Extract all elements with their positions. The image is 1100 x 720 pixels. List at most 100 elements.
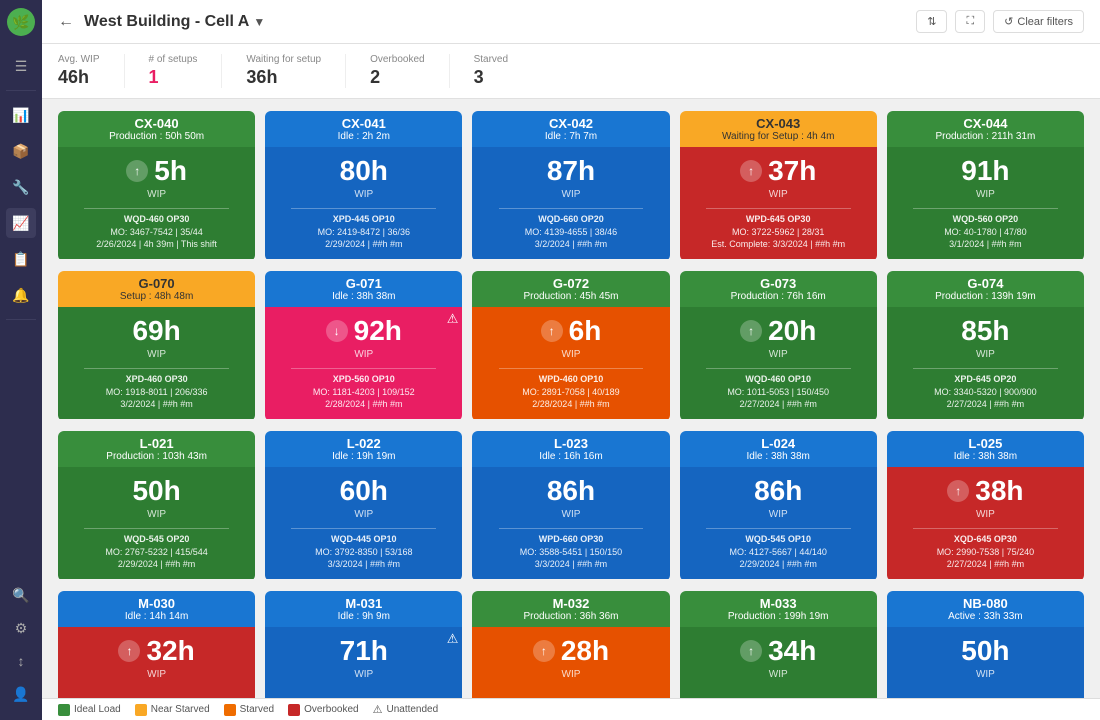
machine-status: Idle : 14h 14m <box>66 611 247 622</box>
wip-label: WIP <box>562 189 581 200</box>
legend-starved: Starved <box>224 704 274 716</box>
machines-scroll-area[interactable]: CX-040 Production : 50h 50m ↑ 5h WIP WQD… <box>42 99 1100 720</box>
machine-card-g074[interactable]: G-074 Production : 139h 19m 85h WIP XPD-… <box>887 271 1084 421</box>
card-header: M-033 Production : 199h 19m <box>680 591 877 627</box>
page-title: West Building - Cell A <box>84 13 249 31</box>
sidebar-icon-list[interactable]: 📋 <box>6 244 36 274</box>
legend-ideal-dot <box>58 704 70 716</box>
app-logo[interactable]: 🌿 <box>7 8 35 36</box>
machine-card-g070[interactable]: G-070 Setup : 48h 48m 69h WIP XPD-460 OP… <box>58 271 255 421</box>
mo-info: WPD-460 OP10 MO: 2891-7058 | 40/189 2/28… <box>522 373 619 411</box>
wip-value: 50h <box>961 635 1009 667</box>
machine-id: L-024 <box>688 436 869 451</box>
back-button[interactable]: ← <box>58 13 74 31</box>
wip-label: WIP <box>147 509 166 520</box>
sidebar-icon-bell[interactable]: 🔔 <box>6 280 36 310</box>
machine-status: Idle : 38h 38m <box>688 451 869 462</box>
machine-status: Idle : 2h 2m <box>273 131 454 142</box>
title-dropdown-icon[interactable]: ▼ <box>253 15 265 29</box>
stat-starved-label: Starved <box>474 54 508 65</box>
stat-avg-wip-value: 46h <box>58 67 100 88</box>
machine-card-cx041[interactable]: CX-041 Idle : 2h 2m 80h WIP XPD-445 OP10… <box>265 111 462 261</box>
header: ← West Building - Cell A ▼ ⇅ ⛶ ↺ Clear f… <box>42 0 1100 44</box>
machine-card-l024[interactable]: L-024 Idle : 38h 38m 86h WIP WQD-545 OP1… <box>680 431 877 581</box>
wip-value: 60h <box>340 475 388 507</box>
machine-card-cx042[interactable]: CX-042 Idle : 7h 7m 87h WIP WQD-660 OP20… <box>472 111 669 261</box>
sort-icon: ⇅ <box>927 15 936 28</box>
wip-label: WIP <box>354 509 373 520</box>
machine-status: Production : 36h 36m <box>480 611 661 622</box>
machine-id: CX-040 <box>66 116 247 131</box>
card-body: ↑ 37h WIP WPD-645 OP30 MO: 3722-5962 | 2… <box>680 147 877 259</box>
wip-row: 60h <box>340 475 388 507</box>
wip-label: WIP <box>976 189 995 200</box>
machine-card-l022[interactable]: L-022 Idle : 19h 19m 60h WIP WQD-445 OP1… <box>265 431 462 581</box>
sidebar-icon-user[interactable]: 👤 <box>6 679 36 709</box>
machine-card-cx043[interactable]: CX-043 Waiting for Setup : 4h 4m ↑ 37h W… <box>680 111 877 261</box>
wip-value: 28h <box>561 635 609 667</box>
card-body: 80h WIP XPD-445 OP10 MO: 2419-8472 | 36/… <box>265 147 462 259</box>
card-header: G-070 Setup : 48h 48m <box>58 271 255 307</box>
card-header: G-073 Production : 76h 16m <box>680 271 877 307</box>
legend-unattended-icon: ⚠ <box>373 703 383 716</box>
clear-filters-button[interactable]: ↺ Clear filters <box>993 10 1084 33</box>
sidebar-icon-settings[interactable]: ⚙ <box>6 613 36 643</box>
unattended-icon: ⚠ <box>447 631 459 647</box>
sidebar-icon-chart[interactable]: 📈 <box>6 208 36 238</box>
card-header: L-025 Idle : 38h 38m <box>887 431 1084 467</box>
sidebar-icon-box[interactable]: 📦 <box>6 136 36 166</box>
card-body: 69h WIP XPD-460 OP30 MO: 1918-8011 | 206… <box>58 307 255 419</box>
wip-row: 71h <box>340 635 388 667</box>
machine-id: CX-041 <box>273 116 454 131</box>
refresh-icon: ↺ <box>1004 15 1013 28</box>
machine-card-g072[interactable]: G-072 Production : 45h 45m ↑ 6h WIP WPD-… <box>472 271 669 421</box>
wip-row: 50h <box>961 635 1009 667</box>
card-body: 50h WIP WQD-545 OP20 MO: 2767-5232 | 415… <box>58 467 255 579</box>
machine-card-l023[interactable]: L-023 Idle : 16h 16m 86h WIP WPD-660 OP3… <box>472 431 669 581</box>
sidebar-icon-sort[interactable]: ↕ <box>6 646 36 676</box>
wip-row: ↑ 37h <box>740 155 816 187</box>
arrow-up-icon: ↑ <box>126 160 148 182</box>
card-divider <box>499 528 644 529</box>
machine-status: Production : 103h 43m <box>66 451 247 462</box>
machine-card-l025[interactable]: L-025 Idle : 38h 38m ↑ 38h WIP XQD-645 O… <box>887 431 1084 581</box>
wip-value: 6h <box>569 315 602 347</box>
machine-status: Idle : 38h 38m <box>273 291 454 302</box>
wip-label: WIP <box>769 189 788 200</box>
sidebar-icon-tools[interactable]: 🔧 <box>6 172 36 202</box>
sidebar-icon-menu[interactable]: ☰ <box>6 51 36 81</box>
wip-value: 20h <box>768 315 816 347</box>
machine-id: G-072 <box>480 276 661 291</box>
mo-info: WQD-545 OP10 MO: 4127-5667 | 44/140 2/29… <box>729 533 826 571</box>
machine-status: Production : 199h 19m <box>688 611 869 622</box>
expand-button[interactable]: ⛶ <box>955 10 985 33</box>
sort-button[interactable]: ⇅ <box>916 10 947 33</box>
wip-row: ↑ 20h <box>740 315 816 347</box>
arrow-up-icon: ↑ <box>740 640 762 662</box>
sidebar-icon-dashboard[interactable]: 📊 <box>6 100 36 130</box>
sidebar-icon-search[interactable]: 🔍 <box>6 580 36 610</box>
machine-card-g071[interactable]: G-071 Idle : 38h 38m ⚠ ↓ 92h WIP XPD-560… <box>265 271 462 421</box>
clear-filters-label: Clear filters <box>1017 16 1073 28</box>
card-divider <box>84 528 229 529</box>
machine-id: M-033 <box>688 596 869 611</box>
machine-status: Idle : 7h 7m <box>480 131 661 142</box>
wip-row: ↑ 6h <box>541 315 602 347</box>
machine-status: Setup : 48h 48m <box>66 291 247 302</box>
machine-card-l021[interactable]: L-021 Production : 103h 43m 50h WIP WQD-… <box>58 431 255 581</box>
stat-overbooked-label: Overbooked <box>370 54 424 65</box>
machine-card-cx040[interactable]: CX-040 Production : 50h 50m ↑ 5h WIP WQD… <box>58 111 255 261</box>
wip-label: WIP <box>354 349 373 360</box>
wip-row: ↓ 92h <box>326 315 402 347</box>
card-header: CX-044 Production : 211h 31m <box>887 111 1084 147</box>
legend-overbooked-label: Overbooked <box>304 704 358 715</box>
mo-info: WPD-645 OP30 MO: 3722-5962 | 28/31 Est. … <box>711 213 845 251</box>
wip-row: 87h <box>547 155 595 187</box>
mo-info: XQD-645 OP30 MO: 2990-7538 | 75/240 2/27… <box>937 533 1034 571</box>
card-header: CX-042 Idle : 7h 7m <box>472 111 669 147</box>
machine-status: Idle : 9h 9m <box>273 611 454 622</box>
card-divider <box>706 208 851 209</box>
machine-card-cx044[interactable]: CX-044 Production : 211h 31m 91h WIP WQD… <box>887 111 1084 261</box>
machine-card-g073[interactable]: G-073 Production : 76h 16m ↑ 20h WIP WQD… <box>680 271 877 421</box>
card-body: 85h WIP XPD-645 OP20 MO: 3340-5320 | 900… <box>887 307 1084 419</box>
